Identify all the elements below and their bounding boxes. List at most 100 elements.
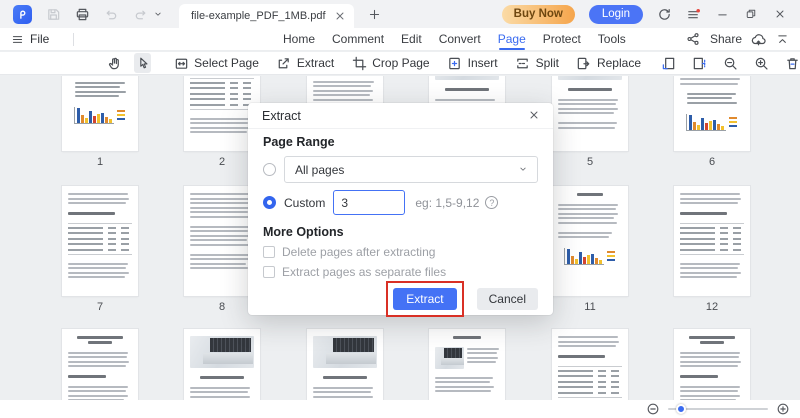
split-label: Split	[535, 56, 559, 70]
tab-comment[interactable]: Comment	[332, 32, 384, 46]
cursor-icon	[135, 55, 151, 71]
page-number: 7	[96, 301, 104, 313]
page-toolbar: Select Page Extract Crop Page Insert Spl…	[0, 52, 800, 75]
tab-edit[interactable]: Edit	[401, 32, 422, 46]
help-icon[interactable]: ?	[485, 196, 499, 209]
file-menu[interactable]: File	[30, 32, 49, 46]
page-thumbnail[interactable]	[62, 76, 138, 151]
extract-button[interactable]: Extract	[393, 288, 457, 310]
select-caret-icon	[518, 164, 529, 175]
minimize-icon[interactable]	[714, 6, 730, 22]
delete-pages-label: Delete pages after extracting	[282, 245, 436, 259]
statusbar	[0, 400, 800, 418]
tab-tools[interactable]: Tools	[598, 32, 626, 46]
menubar-divider	[73, 32, 75, 46]
tab-close-icon[interactable]	[334, 10, 346, 22]
sync-icon[interactable]	[656, 6, 672, 22]
save-icon[interactable]	[45, 6, 61, 22]
extract-icon	[276, 55, 292, 71]
annotation-highlight-box: Extract	[386, 281, 464, 317]
checkbox-icon[interactable]	[263, 246, 275, 258]
separate-files-label: Extract pages as separate files	[282, 265, 447, 279]
login-button[interactable]: Login	[588, 4, 643, 24]
collapse-toolbar-icon[interactable]	[775, 32, 790, 47]
insert-page-icon	[447, 55, 463, 71]
pdfelement-logo-icon[interactable]	[13, 4, 32, 24]
split-icon	[515, 55, 531, 71]
checkbox-icon[interactable]	[263, 266, 275, 278]
window-close-icon[interactable]	[772, 6, 788, 22]
delete-pages-option[interactable]: Delete pages after extracting	[263, 245, 538, 259]
page-thumbnail[interactable]	[674, 76, 750, 151]
all-pages-row: All pages	[263, 156, 538, 183]
more-options-heading: More Options	[263, 225, 344, 239]
select-tool-button[interactable]	[134, 53, 152, 73]
dialog-actions: Extract Cancel	[263, 281, 538, 317]
menubar: File Home Comment Edit Convert Page Prot…	[0, 28, 800, 51]
hand-tool-icon[interactable]	[106, 55, 122, 71]
share-icon[interactable]	[686, 32, 701, 47]
tab-protect[interactable]: Protect	[543, 32, 581, 46]
crop-page-label: Crop Page	[372, 56, 430, 70]
file-menu-icon[interactable]	[10, 32, 25, 47]
insert-page-button[interactable]: Insert	[447, 55, 498, 71]
zoom-slider[interactable]	[668, 403, 768, 415]
tab-home[interactable]: Home	[283, 32, 315, 46]
custom-radio[interactable]	[263, 196, 276, 209]
redo-icon[interactable]	[132, 6, 148, 22]
select-page-button[interactable]: Select Page	[173, 55, 259, 71]
custom-label: Custom	[284, 195, 326, 210]
new-tab-icon[interactable]	[367, 6, 383, 22]
restore-icon[interactable]	[743, 6, 759, 22]
cancel-button[interactable]: Cancel	[476, 288, 538, 310]
undo-icon[interactable]	[103, 6, 119, 22]
select-page-label: Select Page	[194, 56, 259, 70]
zoom-out-icon[interactable]	[646, 402, 660, 416]
dialog-title: Extract	[262, 108, 301, 123]
page-number: 12	[705, 301, 719, 313]
page-thumbnail[interactable]	[674, 186, 750, 296]
app-menu-icon[interactable]	[685, 6, 701, 22]
zoom-in-icon[interactable]	[776, 402, 790, 416]
select-page-icon	[173, 55, 189, 71]
crop-page-icon	[351, 55, 367, 71]
thumbnail-cell: 12	[674, 186, 750, 313]
page-number: 6	[708, 156, 716, 168]
page-thumbnail[interactable]	[552, 76, 628, 151]
page-thumbnail[interactable]	[552, 186, 628, 296]
thumbnail-cell: 7	[62, 186, 138, 313]
tab-convert[interactable]: Convert	[439, 32, 481, 46]
custom-range-input[interactable]	[333, 190, 406, 215]
document-tab[interactable]: file-example_PDF_1MB.pdf	[179, 4, 354, 28]
replace-button[interactable]: Replace	[576, 55, 641, 71]
page-number: 5	[586, 156, 594, 168]
cloud-upload-icon[interactable]	[751, 32, 766, 47]
thumbnail-cell: 1	[62, 76, 138, 168]
replace-label: Replace	[596, 56, 641, 70]
tab-title: file-example_PDF_1MB.pdf	[191, 10, 326, 22]
page-box-right-icon[interactable]	[691, 55, 707, 71]
dialog-close-icon[interactable]	[528, 109, 541, 122]
crop-page-button[interactable]: Crop Page	[351, 55, 430, 71]
tab-page[interactable]: Page	[498, 32, 526, 50]
page-thumbnail[interactable]	[62, 186, 138, 296]
zoom-in-icon[interactable]	[753, 55, 769, 71]
buy-now-button[interactable]: Buy Now	[501, 4, 575, 24]
zoom-out-icon[interactable]	[722, 55, 738, 71]
main-nav: Home Comment Edit Convert Page Protect T…	[283, 28, 626, 50]
separate-files-option[interactable]: Extract pages as separate files	[263, 265, 538, 279]
page-number: 11	[584, 301, 596, 313]
quickbar-caret-icon[interactable]	[153, 6, 163, 22]
thumbnail-cell: 6	[674, 76, 750, 168]
page-box-left-icon[interactable]	[660, 55, 676, 71]
extract-page-button[interactable]: Extract	[276, 55, 334, 71]
zoom-slider-handle[interactable]	[676, 404, 686, 414]
all-pages-radio[interactable]	[263, 163, 276, 176]
delete-page-icon[interactable]	[784, 55, 800, 71]
share-button[interactable]: Share	[710, 32, 742, 46]
page-range-heading: Page Range	[263, 135, 335, 149]
menubar-right: Share	[686, 32, 790, 47]
split-button[interactable]: Split	[515, 55, 559, 71]
page-range-select[interactable]: All pages	[284, 156, 538, 183]
print-icon[interactable]	[74, 6, 90, 22]
